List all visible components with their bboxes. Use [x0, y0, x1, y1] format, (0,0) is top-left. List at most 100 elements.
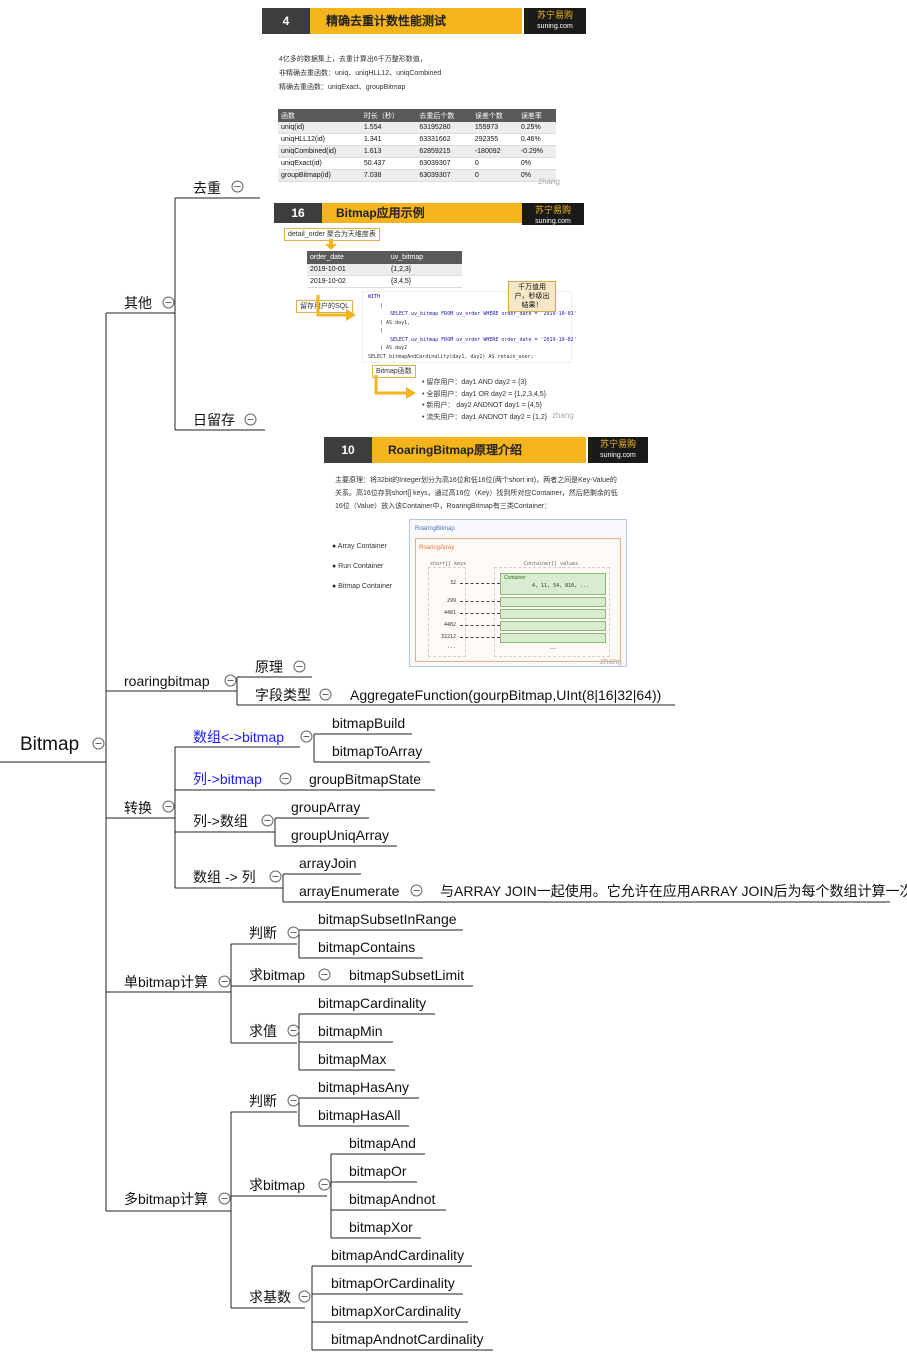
- collapse-icon[interactable]: [279, 772, 292, 785]
- table-row: uniq(id) 1.554 63195280 155973 0.25%: [278, 122, 556, 134]
- list-item: • 留存用户：day1 AND day2 = {3}: [422, 379, 527, 386]
- list-item: ● Array Container: [332, 543, 387, 550]
- perf-col-header: 去重后个数: [416, 109, 472, 122]
- node-bitmap-andnot-cardinality[interactable]: bitmapAndnotCardinality: [331, 1330, 484, 1348]
- node-array-join[interactable]: arrayJoin: [299, 854, 357, 872]
- collapse-icon[interactable]: [319, 688, 332, 701]
- node-bitmap-and-cardinality[interactable]: bitmapAndCardinality: [331, 1246, 464, 1264]
- node-bitmap-build[interactable]: bitmapBuild: [332, 714, 405, 732]
- node-bitmap-to-array[interactable]: bitmapToArray: [332, 742, 422, 760]
- node-convert[interactable]: 转换: [124, 799, 152, 817]
- suning-logo: 苏宁易购 suning.com: [522, 203, 584, 225]
- node-column-to-bitmap[interactable]: 列->bitmap: [193, 770, 262, 788]
- container-label: Container: [504, 575, 526, 581]
- node-array-to-column[interactable]: 数组 -> 列: [193, 868, 256, 886]
- collapse-icon[interactable]: [318, 1178, 331, 1191]
- node-bitmap-subset-in-range[interactable]: bitmapSubsetInRange: [318, 910, 457, 928]
- table-cell: 0%: [517, 157, 556, 170]
- node-array-enumerate-note[interactable]: 与ARRAY JOIN一起使用。它允许在应用ARRAY JOIN后为每个数组计算…: [440, 882, 907, 900]
- table-cell: -0.29%: [517, 145, 556, 158]
- collapse-icon[interactable]: [261, 814, 274, 827]
- table-cell: -180092: [471, 145, 518, 158]
- collapse-icon[interactable]: [162, 800, 175, 813]
- node-bitmap-xor-cardinality[interactable]: bitmapXorCardinality: [331, 1302, 461, 1320]
- node-bitmap-has-all[interactable]: bitmapHasAll: [318, 1106, 400, 1124]
- collapse-icon[interactable]: [269, 870, 282, 883]
- table-cell: 292355: [471, 133, 518, 146]
- arrow-down-icon: [325, 239, 337, 250]
- node-single-get-value[interactable]: 求值: [249, 1022, 277, 1040]
- node-bitmap-has-any[interactable]: bitmapHasAny: [318, 1078, 409, 1096]
- node-multi-bitmap[interactable]: 多bitmap计算: [124, 1190, 208, 1208]
- node-array-enumerate[interactable]: arrayEnumerate: [299, 882, 399, 900]
- collapse-icon[interactable]: [410, 884, 423, 897]
- node-retention[interactable]: 日留存: [193, 411, 235, 429]
- collapse-icon[interactable]: [231, 180, 244, 193]
- node-group-bitmap-state[interactable]: groupBitmapState: [309, 770, 421, 788]
- node-other[interactable]: 其他: [124, 294, 152, 312]
- node-multi-judge[interactable]: 判断: [249, 1092, 277, 1110]
- collapse-icon[interactable]: [318, 968, 331, 981]
- collapse-icon[interactable]: [298, 1290, 311, 1303]
- node-bitmap-xor[interactable]: bitmapXor: [349, 1218, 413, 1236]
- node-bitmap-andnot[interactable]: bitmapAndnot: [349, 1190, 435, 1208]
- ellipsis: ...: [550, 644, 556, 651]
- collapse-icon[interactable]: [293, 660, 306, 673]
- node-bitmap-contains[interactable]: bitmapContains: [318, 938, 415, 956]
- table-cell: uniq(id): [278, 122, 361, 134]
- node-array-to-bitmap[interactable]: 数组<->bitmap: [193, 728, 284, 746]
- key-cell: 299: [446, 598, 456, 604]
- collapse-icon[interactable]: [218, 975, 231, 988]
- table-cell: 0: [471, 169, 518, 182]
- collapse-icon[interactable]: [287, 1094, 300, 1107]
- pointer-arrow: [460, 637, 500, 638]
- node-multi-get-cardinality[interactable]: 求基数: [249, 1288, 291, 1306]
- pointer-arrow: [460, 601, 500, 602]
- collapse-icon[interactable]: [92, 737, 105, 750]
- node-bitmap-max[interactable]: bitmapMax: [318, 1050, 386, 1068]
- node-group-array[interactable]: groupArray: [291, 798, 360, 816]
- col-uv-bitmap: uv_bitmap: [387, 251, 462, 264]
- node-group-uniq-array[interactable]: groupUniqArray: [291, 826, 389, 844]
- table-row: uniqCombined(id) 1.613 62859215 -180092 -0.2…: [278, 145, 556, 158]
- node-principle[interactable]: 原理: [255, 658, 283, 676]
- node-dedup[interactable]: 去重: [193, 179, 221, 197]
- list-item: ● Run Container: [332, 563, 384, 570]
- collapse-icon[interactable]: [287, 926, 300, 939]
- node-single-bitmap[interactable]: 单bitmap计算: [124, 973, 208, 991]
- retention-card: 16 Bitmap应用示例 苏宁易购 suning.com detail_orde…: [274, 203, 584, 423]
- collapse-icon[interactable]: [300, 730, 313, 743]
- node-single-judge[interactable]: 判断: [249, 924, 277, 942]
- pointer-arrow: [460, 625, 500, 626]
- node-bitmap-or-cardinality[interactable]: bitmapOrCardinality: [331, 1274, 455, 1292]
- node-multi-get-bitmap[interactable]: 求bitmap: [249, 1176, 305, 1194]
- collapse-icon[interactable]: [244, 413, 257, 426]
- retention-bullets: • 留存用户：day1 AND day2 = {3} • 全部用户：day1 OR…: [422, 377, 547, 423]
- node-bitmap-cardinality[interactable]: bitmapCardinality: [318, 994, 426, 1012]
- collapse-icon[interactable]: [287, 1024, 300, 1037]
- slide-title: 精确去重计数性能测试: [326, 14, 447, 28]
- node-column-to-array[interactable]: 列->数组: [193, 812, 248, 830]
- slide-title: Bitmap应用示例: [336, 206, 425, 220]
- code-line: (: [380, 328, 384, 334]
- node-bitmap-and[interactable]: bitmapAnd: [349, 1134, 416, 1152]
- perf-line-3: 精确去重函数：uniqExact、groupBitmap: [279, 84, 406, 91]
- node-bitmap-or[interactable]: bitmapOr: [349, 1162, 407, 1180]
- root-node[interactable]: Bitmap: [20, 734, 79, 756]
- table-cell: 63195280: [416, 122, 472, 134]
- table-cell: 63039307: [416, 169, 472, 182]
- node-single-get-bitmap[interactable]: 求bitmap: [249, 966, 305, 984]
- table-row: groupBitmap(id) 7.038 63039307 0 0%: [278, 169, 556, 182]
- collapse-icon[interactable]: [224, 674, 237, 687]
- perf-col-header: 函数: [278, 109, 361, 122]
- node-bitmap-subset-limit[interactable]: bitmapSubsetLimit: [349, 966, 464, 984]
- key-cell: 32: [449, 580, 456, 586]
- collapse-icon[interactable]: [162, 296, 175, 309]
- node-field-type[interactable]: 字段类型: [255, 686, 311, 704]
- node-aggregate-function[interactable]: AggregateFunction(gourpBitmap,UInt(8|16|…: [350, 686, 661, 704]
- node-bitmap-min[interactable]: bitmapMin: [318, 1022, 383, 1040]
- node-roaringbitmap[interactable]: roaringbitmap: [124, 672, 210, 690]
- table-cell: uniqHLL12(id): [278, 133, 361, 146]
- collapse-icon[interactable]: [218, 1192, 231, 1205]
- card-header: 16 Bitmap应用示例: [274, 203, 522, 223]
